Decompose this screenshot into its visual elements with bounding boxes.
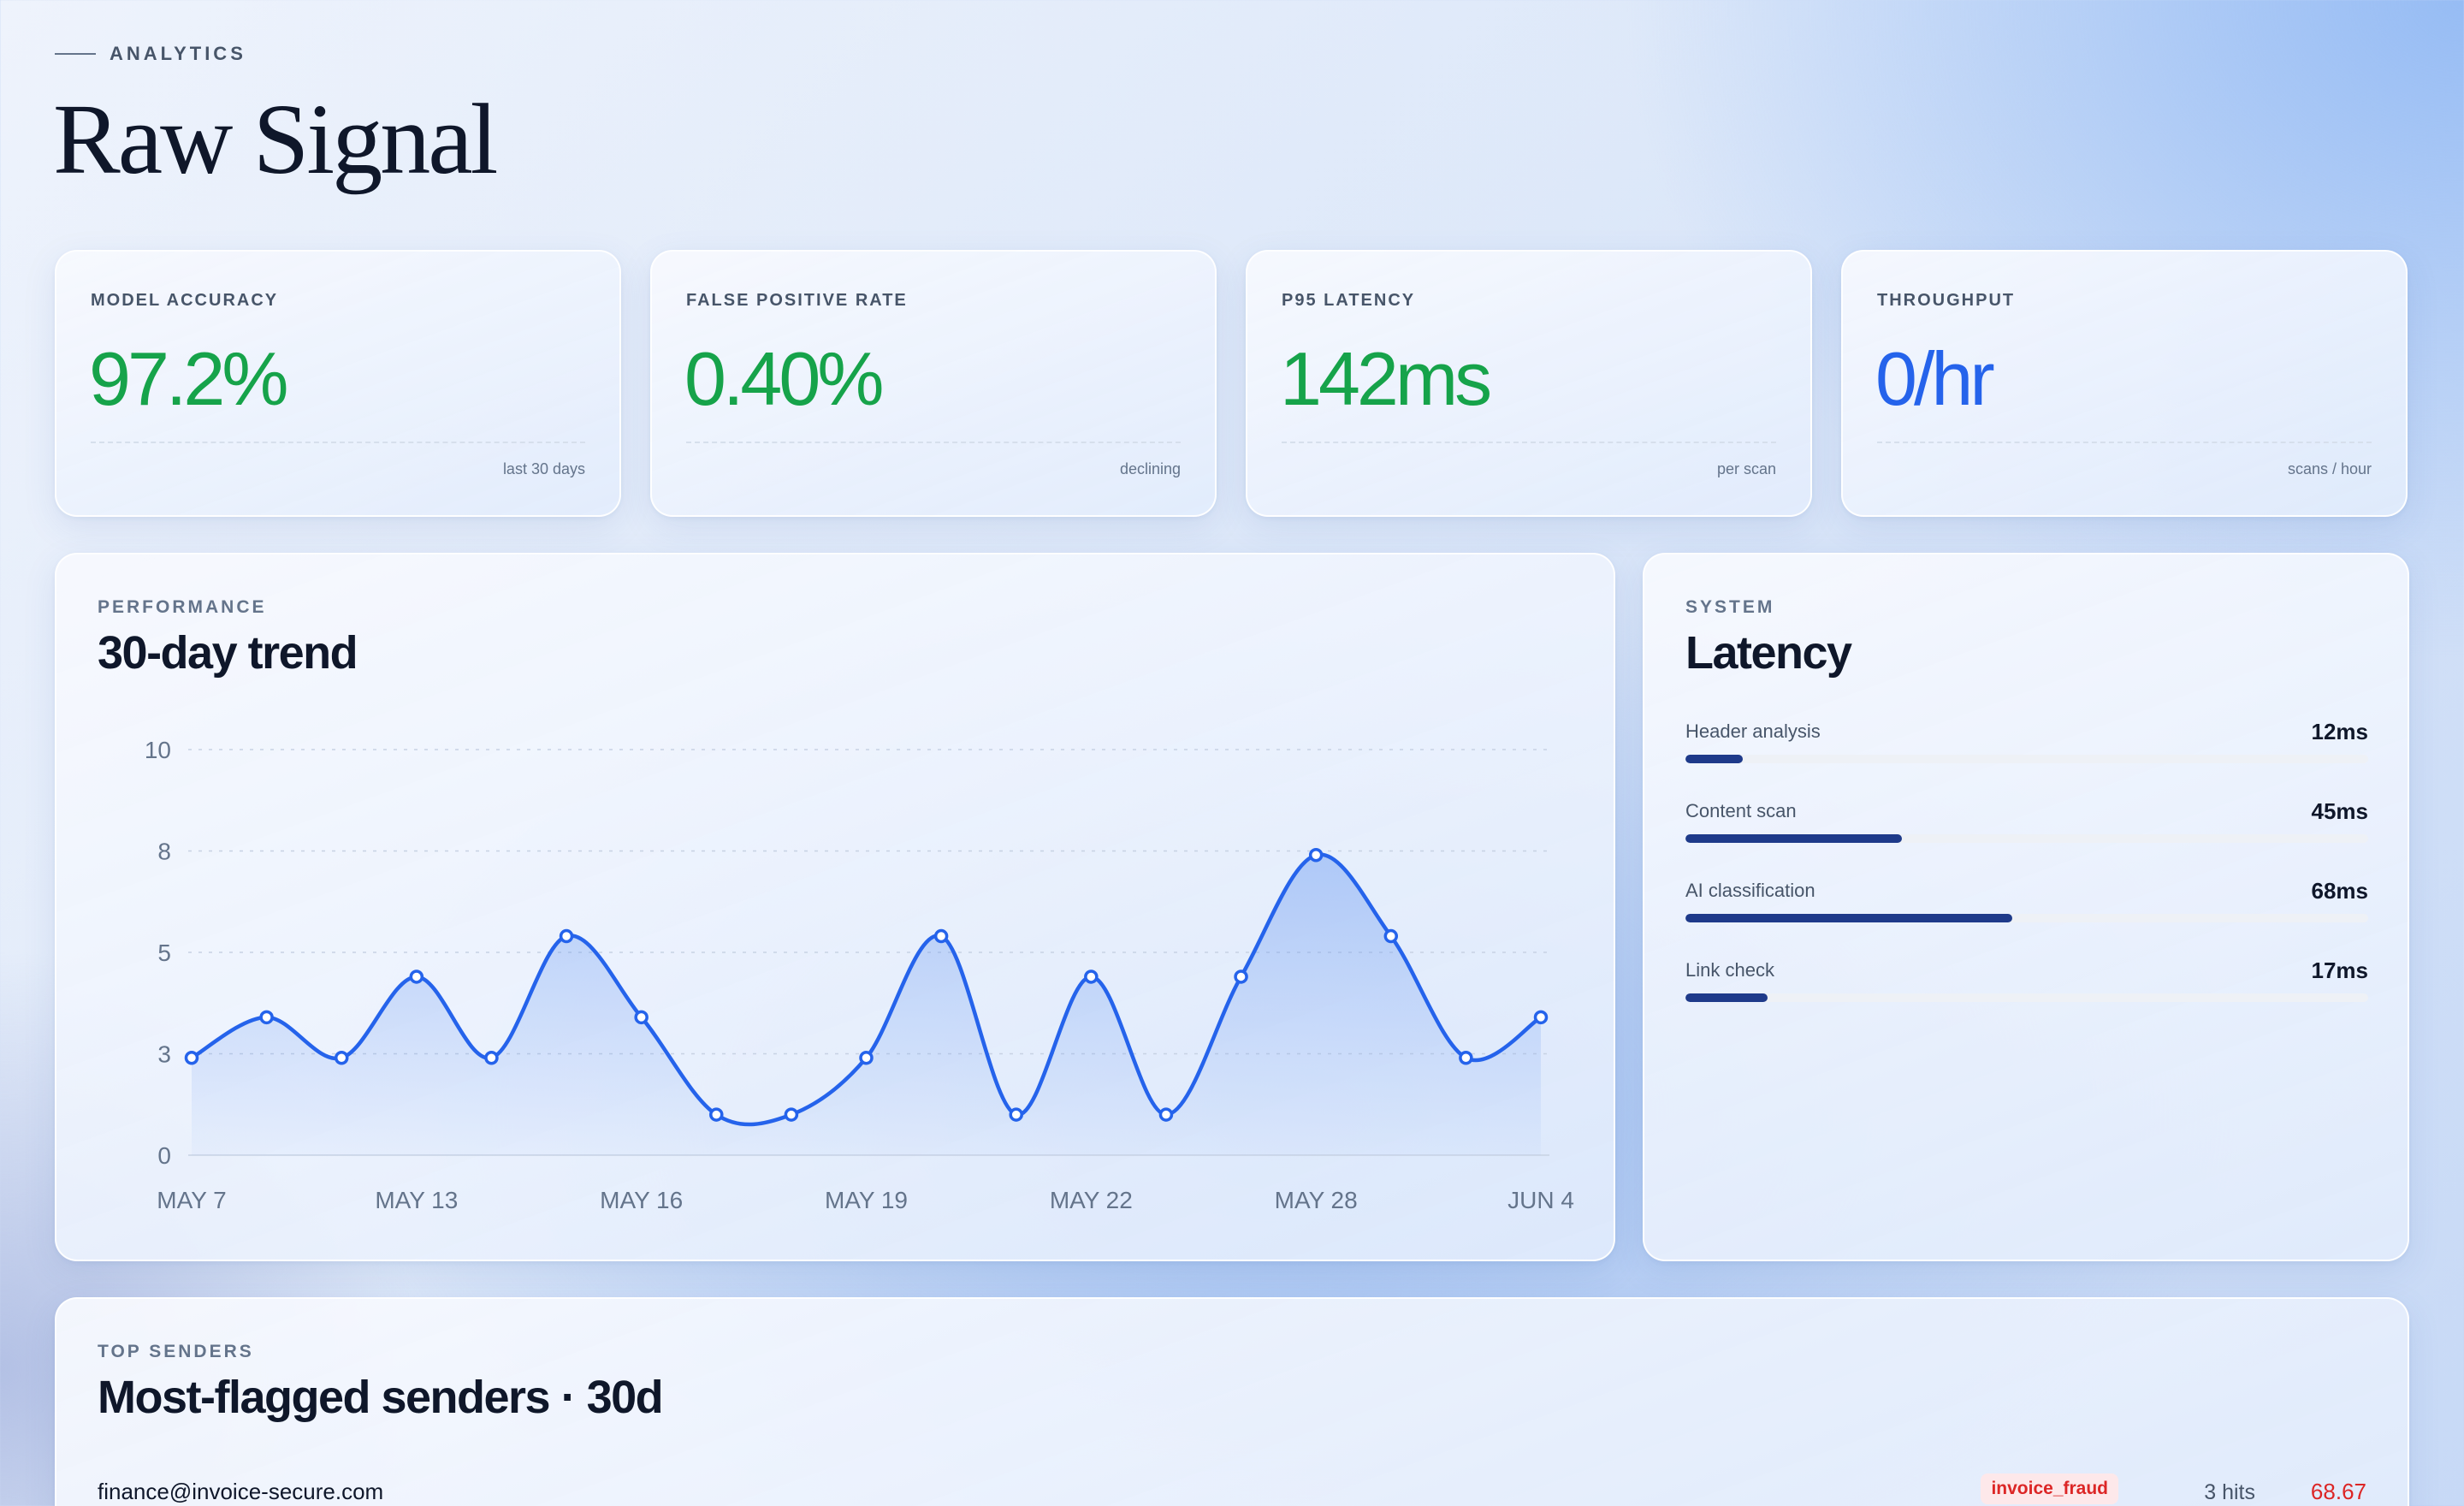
kpi-card-model-accuracy: MODEL ACCURACY 97.2% last 30 days	[55, 250, 621, 517]
latency-row-label: AI classification	[1685, 880, 1815, 901]
kpi-divider	[1877, 442, 2372, 443]
data-point[interactable]	[933, 928, 949, 944]
latency-row-ai-classification: AI classification 68ms	[1685, 878, 2369, 940]
data-point[interactable]	[634, 1010, 649, 1025]
data-point[interactable]	[1084, 969, 1099, 984]
kpi-divider	[686, 442, 1181, 443]
data-point[interactable]	[859, 1050, 874, 1065]
latency-title: Latency	[1685, 627, 1852, 679]
eyebrow-rule	[55, 53, 96, 55]
kpi-label: FALSE POSITIVE RATE	[686, 291, 908, 310]
data-point[interactable]	[559, 928, 574, 944]
kpi-card-false-positive-rate: FALSE POSITIVE RATE 0.40% declining	[650, 250, 1217, 517]
section-eyebrow: ANALYTICS	[55, 43, 246, 65]
latency-row-value: 17ms	[2311, 958, 2369, 983]
kpi-divider	[91, 442, 585, 443]
kpi-label: MODEL ACCURACY	[91, 291, 279, 310]
kpi-value: 0/hr	[1875, 336, 1995, 421]
latency-bar-fill	[1685, 834, 1902, 843]
latency-row-value: 12ms	[2311, 719, 2369, 744]
sender-email[interactable]: finance@invoice-secure.com	[98, 1479, 383, 1505]
x-tick-label: MAY 13	[375, 1187, 458, 1213]
y-tick-label: 0	[157, 1142, 171, 1169]
data-point[interactable]	[184, 1050, 199, 1065]
y-tick-label: 10	[145, 737, 171, 763]
data-point[interactable]	[1158, 1107, 1174, 1122]
kpi-note: declining	[1119, 460, 1181, 477]
kpi-label: THROUGHPUT	[1877, 291, 2016, 310]
kpi-card-throughput: THROUGHPUT 0/hr scans / hour	[1841, 250, 2408, 517]
trend-area	[192, 854, 1541, 1155]
x-tick-label: MAY 7	[157, 1187, 226, 1213]
latency-bar-track	[1685, 834, 2368, 843]
kpi-card-p95-latency: P95 LATENCY 142ms per scan	[1246, 250, 1812, 517]
kpi-note: last 30 days	[502, 460, 585, 477]
sender-hits: 3 hits	[2204, 1480, 2255, 1504]
data-point[interactable]	[784, 1107, 799, 1122]
data-point[interactable]	[1308, 847, 1324, 863]
senders-eyebrow: TOP SENDERS	[98, 1342, 254, 1361]
latency-row-header-analysis: Header analysis 12ms	[1685, 719, 2369, 780]
kpi-divider	[1282, 442, 1776, 443]
latency-bar-track	[1685, 755, 2368, 763]
page-title: Raw Signal	[53, 83, 498, 195]
top-senders-card: TOP SENDERS Most-flagged senders · 30d f…	[55, 1297, 2409, 1506]
eyebrow-label: ANALYTICS	[110, 43, 246, 64]
kpi-value: 142ms	[1280, 336, 1492, 421]
x-tick-label: JUN 4	[1507, 1187, 1574, 1213]
latency-row-value: 45ms	[2311, 798, 2369, 824]
kpi-value: 0.40%	[684, 336, 885, 421]
performance-card: PERFORMANCE 30-day trend 0 3 5 8 10 MAY 7 MAY…	[55, 553, 1615, 1261]
trend-chart: 0 3 5 8 10 MAY 7 MAY 13 MAY 16 MAY 19 MAY 22 MAY …	[145, 737, 1574, 1213]
latency-row-label: Link check	[1685, 959, 1774, 981]
kpi-label: P95 LATENCY	[1282, 291, 1416, 310]
kpi-note: scans / hour	[2287, 460, 2372, 477]
latency-row-label: Content scan	[1685, 800, 1797, 821]
latency-bar-track	[1685, 914, 2368, 922]
data-point[interactable]	[1009, 1107, 1023, 1122]
dashboard-page: ANALYTICS Raw Signal MODEL ACCURACY 97.2…	[0, 0, 2464, 1506]
data-point[interactable]	[1459, 1050, 1473, 1065]
x-tick-label: MAY 22	[1050, 1187, 1133, 1213]
data-point[interactable]	[709, 1107, 724, 1122]
data-point[interactable]	[259, 1010, 274, 1025]
latency-bar-fill	[1685, 914, 2013, 922]
x-tick-label: MAY 19	[825, 1187, 908, 1213]
y-tick-label: 8	[157, 839, 171, 865]
x-tick-label: MAY 28	[1275, 1187, 1358, 1213]
sender-score: 68.67	[2310, 1479, 2366, 1504]
latency-row-content-scan: Content scan 45ms	[1685, 798, 2369, 860]
latency-bar-fill	[1685, 755, 1744, 763]
y-tick-label: 5	[157, 940, 171, 966]
latency-row-label: Header analysis	[1685, 720, 1821, 742]
latency-bar-track	[1685, 993, 2368, 1002]
data-point[interactable]	[409, 969, 424, 984]
y-tick-label: 3	[157, 1041, 171, 1068]
x-tick-label: MAY 16	[600, 1187, 683, 1213]
kpi-value: 97.2%	[89, 336, 289, 421]
data-point[interactable]	[1234, 969, 1248, 984]
latency-bar-fill	[1685, 993, 1768, 1002]
latency-card: SYSTEM Latency Header analysis 12ms Cont…	[1643, 553, 2409, 1261]
sender-tag-badge: invoice_fraud	[1981, 1473, 2118, 1504]
data-point[interactable]	[484, 1050, 499, 1065]
data-point[interactable]	[1533, 1010, 1549, 1025]
sender-row[interactable]: finance@invoice-secure.com invoice_fraud…	[98, 1473, 2366, 1506]
data-point[interactable]	[1383, 928, 1399, 944]
latency-eyebrow: SYSTEM	[1685, 597, 1775, 617]
latency-row-link-check: Link check 17ms	[1685, 958, 2369, 1019]
senders-title: Most-flagged senders · 30d	[98, 1372, 664, 1423]
data-point[interactable]	[334, 1050, 349, 1065]
latency-row-value: 68ms	[2311, 878, 2369, 904]
kpi-note: per scan	[1716, 460, 1776, 477]
